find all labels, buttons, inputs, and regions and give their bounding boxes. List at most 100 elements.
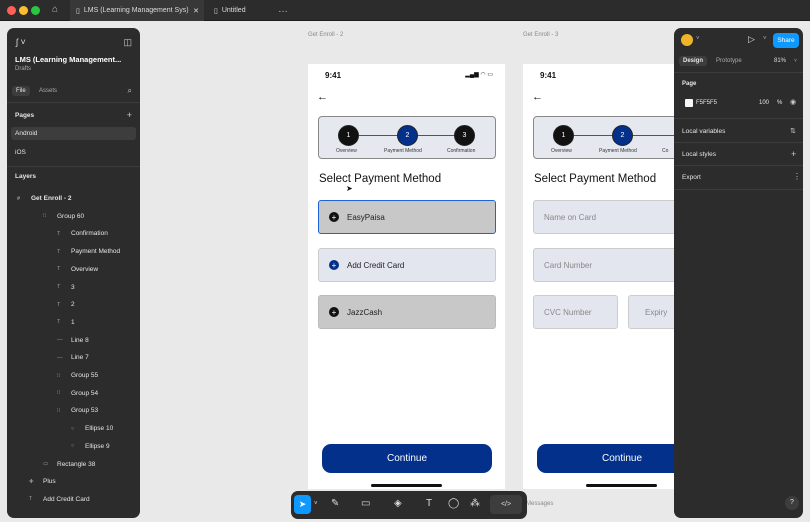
present-icon[interactable]: ▷ <box>748 34 755 45</box>
cvc-number-field[interactable]: CVC Number <box>533 295 618 329</box>
option-add-credit-card[interactable]: + Add Credit Card <box>318 248 496 282</box>
divider <box>674 165 803 166</box>
text-tool-icon[interactable]: T <box>426 498 432 509</box>
option-jazzcash[interactable]: + JazzCash <box>318 295 496 329</box>
home-icon[interactable]: ⌂ <box>52 4 58 15</box>
layer-item[interactable]: ✚ Plus <box>7 474 140 489</box>
layer-type-icon: ✚ <box>29 478 34 485</box>
avatar[interactable] <box>681 34 693 46</box>
continue-button[interactable]: Continue <box>322 444 492 473</box>
tab-prototype[interactable]: Prototype <box>716 58 742 64</box>
expiry-field[interactable]: Expiry <box>628 295 674 329</box>
local-variables[interactable]: Local variables <box>682 128 725 135</box>
layer-label: Line 8 <box>71 336 89 344</box>
tab-file[interactable]: File <box>12 86 30 96</box>
layer-label: Group 53 <box>71 407 99 415</box>
layer-item[interactable]: T3 <box>7 280 140 295</box>
frame-get-enroll-3[interactable]: 9:41 ← 1 2 Overview Payment Method Co Se… <box>523 64 674 489</box>
layer-item[interactable]: T Confirmation <box>7 226 140 241</box>
color-swatch[interactable] <box>685 99 693 107</box>
plus-icon: + <box>329 260 339 270</box>
design-canvas[interactable]: Get Enroll - 2 Get Enroll - 3 9:41 ▂▄▆ ◠… <box>140 21 674 522</box>
layer-item[interactable]: — Line 7 <box>7 350 140 365</box>
zoom-level[interactable]: 81% <box>774 58 786 64</box>
tab-design[interactable]: Design <box>679 56 708 66</box>
layer-type-icon: T <box>57 284 61 290</box>
layer-item[interactable]: ▭ Rectangle 38 <box>7 457 140 472</box>
divider <box>7 166 140 167</box>
back-arrow-icon[interactable]: ← <box>317 91 328 103</box>
layer-item[interactable]: T Payment Method <box>7 244 140 259</box>
eye-icon[interactable]: ◉ <box>790 98 796 106</box>
continue-button[interactable]: Continue <box>537 444 674 473</box>
more-icon[interactable]: ⋮ <box>793 172 801 181</box>
layer-item[interactable]: T Add Credit Card <box>7 492 140 507</box>
layer-label: Line 7 <box>71 354 89 362</box>
pen-tool-icon[interactable]: ✎ <box>331 498 339 509</box>
more-tabs-icon[interactable]: … <box>278 4 288 15</box>
option-easypaisa[interactable]: + EasyPaisa <box>318 200 496 234</box>
variables-icon[interactable]: ⇅ <box>790 127 796 135</box>
close-window-button[interactable] <box>7 6 16 15</box>
name-on-card-field[interactable]: Name on Card <box>533 200 674 234</box>
add-style-icon[interactable]: + <box>791 149 796 159</box>
export[interactable]: Export <box>682 174 701 181</box>
layer-item[interactable]: ⁞⁞ Group 60 <box>7 209 140 224</box>
layer-type-icon: T <box>57 266 61 273</box>
help-button[interactable]: ? <box>785 496 799 510</box>
layer-item[interactable]: T Overview <box>7 262 140 277</box>
file-location: Drafts <box>15 66 32 72</box>
layer-item[interactable]: T2 <box>7 297 140 312</box>
layer-item[interactable]: ⁞⁞ Group 53 <box>7 403 140 418</box>
frame-label[interactable]: Get Enroll - 2 <box>308 32 343 38</box>
share-button[interactable]: Share <box>773 33 799 48</box>
file-name[interactable]: LMS (Learning Management... <box>15 55 130 64</box>
chevron-down-icon[interactable]: ˅ <box>763 36 767 42</box>
close-tab-icon[interactable]: ✕ <box>193 7 199 15</box>
chevron-down-icon[interactable]: ˅ <box>314 501 318 507</box>
actions-tool-icon[interactable]: ⁂ <box>470 498 480 509</box>
frame-label-messages[interactable]: Messages <box>526 501 553 507</box>
layer-label: Ellipse 10 <box>85 425 114 433</box>
window-titlebar: ⌂ ▯ LMS (Learning Management Sys) ✕ ▯ Un… <box>0 0 810 21</box>
layer-item[interactable]: ○ Ellipse 9 <box>7 439 140 454</box>
tab-active-file[interactable]: ▯ LMS (Learning Management Sys) ✕ <box>70 0 204 21</box>
cursor-icon: ➤ <box>346 184 353 193</box>
local-styles[interactable]: Local styles <box>682 151 716 158</box>
step-1: 1 <box>553 125 574 146</box>
home-indicator <box>371 484 442 487</box>
tab-assets[interactable]: Assets <box>39 88 57 94</box>
frame-label[interactable]: Get Enroll - 3 <box>523 32 558 38</box>
comment-tool-icon[interactable]: ◯ <box>448 498 459 509</box>
shape-tool-icon[interactable]: ◈ <box>394 498 402 509</box>
layer-item[interactable]: # Get Enroll - 2 <box>7 191 140 206</box>
dev-mode-toggle[interactable]: </> <box>490 495 522 514</box>
add-page-icon[interactable]: + <box>127 110 132 120</box>
layers-title: Layers <box>15 173 36 180</box>
layer-item[interactable]: ⁞⁞ Group 54 <box>7 386 140 401</box>
step-line <box>359 135 399 136</box>
layer-item[interactable]: ○ Ellipse 10 <box>7 421 140 436</box>
color-opacity[interactable]: 100 <box>759 100 769 106</box>
back-arrow-icon[interactable]: ← <box>532 91 543 103</box>
page-item-ios[interactable]: iOS <box>15 149 26 156</box>
tab-untitled[interactable]: ▯ Untitled <box>208 0 268 21</box>
page-item-android[interactable]: Android <box>11 127 136 140</box>
search-icon[interactable]: ⌕ <box>128 86 132 96</box>
card-number-field[interactable]: Card Number <box>533 248 674 282</box>
layer-item[interactable]: T1 <box>7 315 140 330</box>
frame-get-enroll-2[interactable]: 9:41 ▂▄▆ ◠ ▭ ← 1 2 3 Overview Payment Me… <box>308 64 505 489</box>
color-hex[interactable]: F5F5F5 <box>696 100 717 106</box>
chevron-down-icon[interactable]: ˅ <box>794 58 797 64</box>
chevron-down-icon[interactable]: ˅ <box>696 36 700 42</box>
layer-label: Plus <box>43 478 56 486</box>
minimize-window-button[interactable] <box>19 6 28 15</box>
sidebar-toggle-icon[interactable]: ◫ <box>123 37 132 48</box>
layer-item[interactable]: — Line 8 <box>7 333 140 348</box>
rectangle-tool-icon[interactable]: ▭ <box>361 498 370 509</box>
progress-stepper: 1 2 3 Overview Payment Method Confirmati… <box>318 116 496 159</box>
layer-item[interactable]: ⁞⁞ Group 55 <box>7 368 140 383</box>
figma-menu-icon[interactable]: ʃ ˅ <box>16 37 26 47</box>
move-tool-button[interactable]: ➤ <box>294 495 311 514</box>
zoom-window-button[interactable] <box>31 6 40 15</box>
